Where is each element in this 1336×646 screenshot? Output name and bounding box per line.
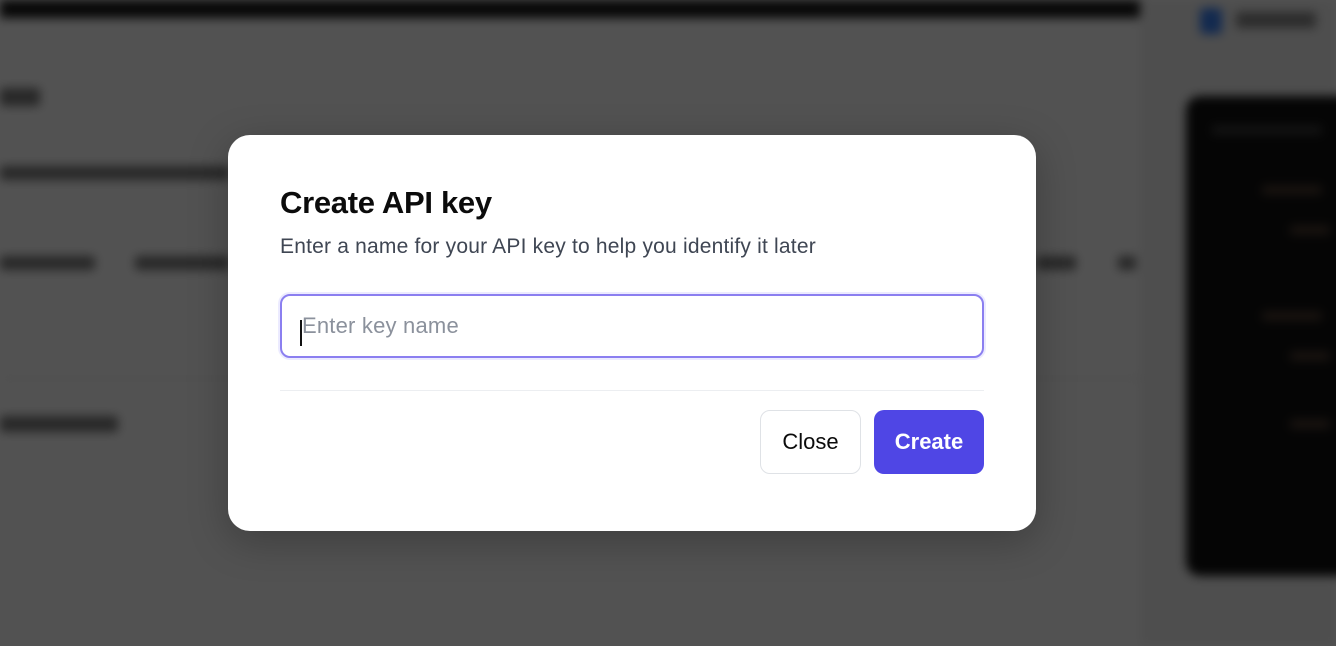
dialog-divider: [280, 390, 984, 391]
dialog-title: Create API key: [280, 185, 492, 220]
key-name-input[interactable]: [280, 294, 984, 358]
create-api-key-dialog: Create API key Enter a name for your API…: [228, 135, 1036, 531]
create-button[interactable]: Create: [874, 410, 984, 474]
dialog-footer: Close Create: [280, 410, 984, 474]
text-cursor: [300, 320, 302, 346]
dialog-subtitle: Enter a name for your API key to help yo…: [280, 235, 816, 258]
page: Create API key Enter a name for your API…: [0, 0, 1336, 646]
close-button[interactable]: Close: [760, 410, 861, 474]
